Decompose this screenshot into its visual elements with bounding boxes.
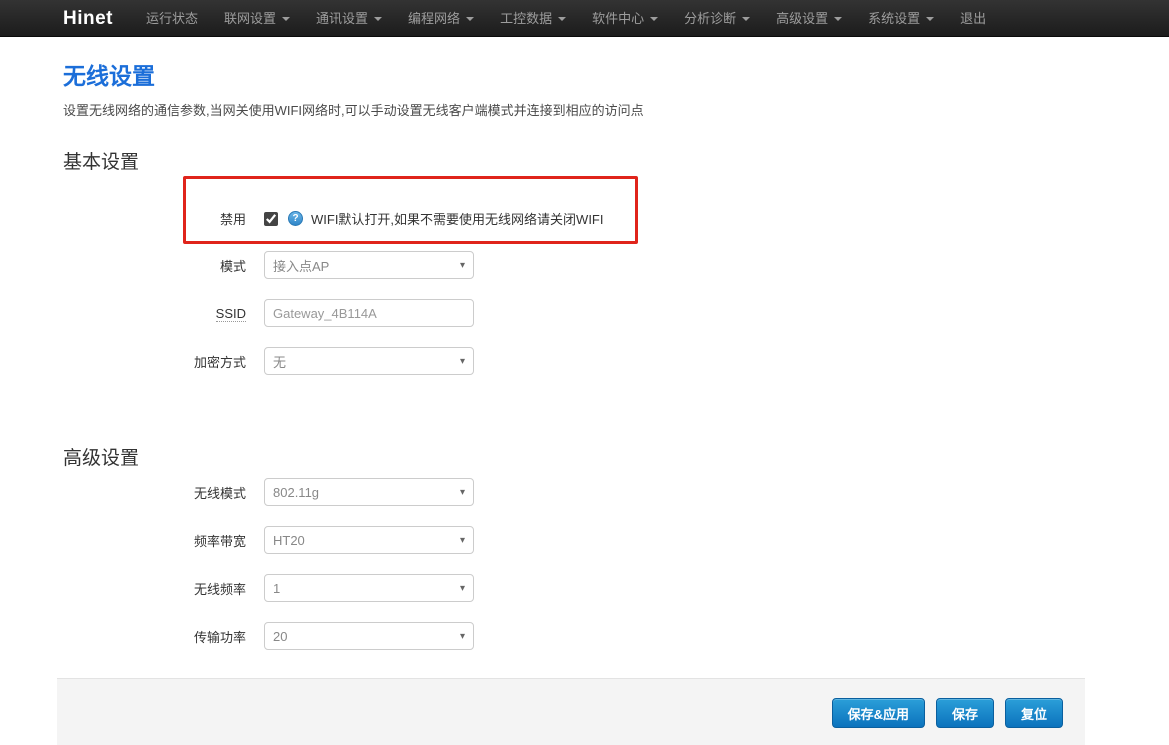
channel-row: 无线频率 1 ▾ bbox=[63, 574, 1169, 602]
encryption-label: 加密方式 bbox=[63, 352, 246, 371]
caret-down-icon bbox=[282, 17, 290, 21]
caret-down-icon bbox=[650, 17, 658, 21]
page-title: 无线设置 bbox=[63, 57, 1169, 91]
mode-label: 模式 bbox=[63, 256, 246, 275]
nav-item-comm-settings[interactable]: 通讯设置 bbox=[303, 0, 395, 36]
nav-item-software-center[interactable]: 软件中心 bbox=[579, 0, 671, 36]
help-icon[interactable]: ? bbox=[288, 211, 303, 226]
encryption-select[interactable]: 无 ▾ bbox=[264, 347, 474, 375]
nav-item-label: 分析诊断 bbox=[684, 0, 736, 37]
wireless-mode-row: 无线模式 802.11g ▾ bbox=[63, 478, 1169, 506]
channel-select[interactable]: 1 ▾ bbox=[264, 574, 474, 602]
wireless-mode-select[interactable]: 802.11g ▾ bbox=[264, 478, 474, 506]
caret-down-icon bbox=[926, 17, 934, 21]
chevron-down-icon: ▾ bbox=[460, 631, 465, 642]
mode-select-value: 接入点AP bbox=[273, 256, 460, 275]
bandwidth-select-value: HT20 bbox=[273, 533, 460, 548]
caret-down-icon bbox=[742, 17, 750, 21]
mode-select[interactable]: 接入点AP ▾ bbox=[264, 251, 474, 279]
nav-item-label: 系统设置 bbox=[868, 0, 920, 37]
nav-item-programming-network[interactable]: 编程网络 bbox=[395, 0, 487, 36]
nav-item-label: 工控数据 bbox=[500, 0, 552, 37]
nav-item-label: 编程网络 bbox=[408, 0, 460, 37]
save-apply-button[interactable]: 保存&应用 bbox=[832, 698, 925, 728]
nav-item-advanced-settings[interactable]: 高级设置 bbox=[763, 0, 855, 36]
page-subtitle: 设置无线网络的通信参数,当网关使用WIFI网络时,可以手动设置无线客户端模式并连… bbox=[63, 100, 1169, 119]
chevron-down-icon: ▾ bbox=[460, 535, 465, 546]
nav-item-analysis-diagnosis[interactable]: 分析诊断 bbox=[671, 0, 763, 36]
tx-power-select-value: 20 bbox=[273, 629, 460, 644]
encryption-row: 加密方式 无 ▾ bbox=[63, 347, 1169, 375]
nav-item-label: 通讯设置 bbox=[316, 0, 368, 37]
nav-item-label: 运行状态 bbox=[146, 0, 198, 37]
wireless-mode-select-value: 802.11g bbox=[273, 485, 460, 500]
chevron-down-icon: ▾ bbox=[460, 356, 465, 367]
channel-select-value: 1 bbox=[273, 581, 460, 596]
save-button[interactable]: 保存 bbox=[936, 698, 994, 728]
bandwidth-row: 频率带宽 HT20 ▾ bbox=[63, 526, 1169, 554]
nav-item-running-status[interactable]: 运行状态 bbox=[133, 0, 211, 36]
chevron-down-icon: ▾ bbox=[460, 260, 465, 271]
wireless-mode-label: 无线模式 bbox=[63, 483, 246, 502]
brand-logo[interactable]: Hinet bbox=[57, 0, 133, 36]
nav-item-industrial-data[interactable]: 工控数据 bbox=[487, 0, 579, 36]
nav-item-label: 软件中心 bbox=[592, 0, 644, 37]
section-heading-advanced: 高级设置 bbox=[63, 443, 1169, 470]
bandwidth-select[interactable]: HT20 ▾ bbox=[264, 526, 474, 554]
tx-power-row: 传输功率 20 ▾ bbox=[63, 622, 1169, 650]
main-content: 无线设置 设置无线网络的通信参数,当网关使用WIFI网络时,可以手动设置无线客户… bbox=[0, 37, 1169, 650]
footer-action-bar: 保存&应用 保存 复位 bbox=[57, 678, 1085, 745]
bandwidth-label: 频率带宽 bbox=[63, 531, 246, 550]
disable-row: 禁用 ? WIFI默认打开,如果不需要使用无线网络请关闭WIFI bbox=[186, 209, 635, 228]
nav-item-system-settings[interactable]: 系统设置 bbox=[855, 0, 947, 36]
channel-label: 无线频率 bbox=[63, 579, 246, 598]
disable-checkbox[interactable] bbox=[264, 212, 278, 226]
ssid-input[interactable] bbox=[264, 299, 474, 327]
ssid-label: SSID bbox=[63, 306, 246, 321]
caret-down-icon bbox=[558, 17, 566, 21]
encryption-select-value: 无 bbox=[273, 352, 460, 371]
nav-item-label: 高级设置 bbox=[776, 0, 828, 37]
caret-down-icon bbox=[834, 17, 842, 21]
tx-power-select[interactable]: 20 ▾ bbox=[264, 622, 474, 650]
ssid-row: SSID bbox=[63, 299, 1169, 327]
nav-item-label: 联网设置 bbox=[224, 0, 276, 37]
section-heading-basic: 基本设置 bbox=[63, 147, 1169, 174]
nav-item-label: 退出 bbox=[960, 0, 986, 37]
tx-power-label: 传输功率 bbox=[63, 627, 246, 646]
nav-item-network-settings[interactable]: 联网设置 bbox=[211, 0, 303, 36]
disable-label: 禁用 bbox=[186, 209, 246, 228]
caret-down-icon bbox=[466, 17, 474, 21]
chevron-down-icon: ▾ bbox=[460, 487, 465, 498]
chevron-down-icon: ▾ bbox=[460, 583, 465, 594]
mode-row: 模式 接入点AP ▾ bbox=[63, 251, 1169, 279]
highlight-box: 禁用 ? WIFI默认打开,如果不需要使用无线网络请关闭WIFI bbox=[183, 176, 638, 244]
reset-button[interactable]: 复位 bbox=[1005, 698, 1063, 728]
disable-help-text: WIFI默认打开,如果不需要使用无线网络请关闭WIFI bbox=[311, 209, 603, 228]
top-navbar: Hinet 运行状态 联网设置 通讯设置 编程网络 工控数据 软件中心 分析诊断… bbox=[0, 0, 1169, 37]
nav-item-logout[interactable]: 退出 bbox=[947, 0, 999, 36]
caret-down-icon bbox=[374, 17, 382, 21]
